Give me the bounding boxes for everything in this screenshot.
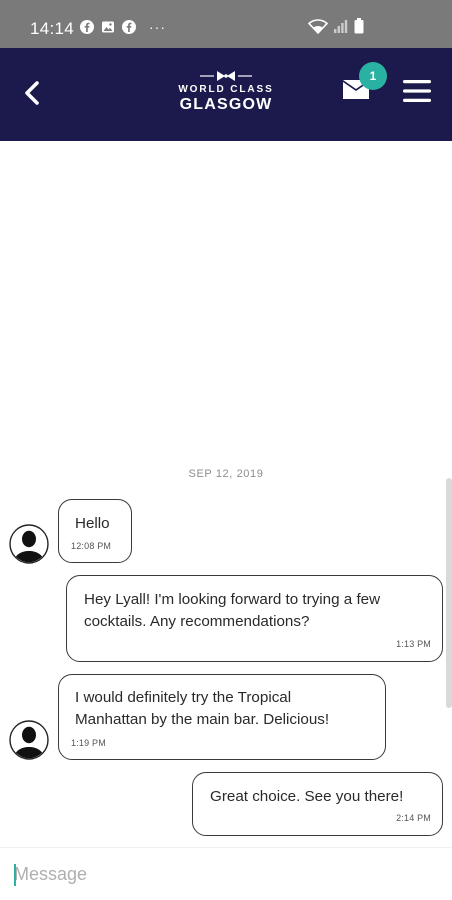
message-text: Hello <box>75 515 110 532</box>
message-time: 2:14 PM <box>396 813 431 823</box>
app-header: WORLD CLASS GLASGOW <box>0 48 452 141</box>
message-text: Great choice. See you there! <box>210 788 404 805</box>
avatar[interactable] <box>9 720 49 760</box>
message-time: 1:19 PM <box>71 738 106 748</box>
message-text-line: I would definitely try the Tropical <box>75 689 292 706</box>
text-cursor <box>14 864 16 886</box>
facebook-icon <box>80 20 94 34</box>
wifi-icon <box>308 19 328 34</box>
date-separator: SEP 12, 2019 <box>188 468 264 480</box>
message-time: 12:08 PM <box>71 541 112 551</box>
more-notifications-icon: ··· <box>149 19 166 35</box>
logo-line1: WORLD CLASS <box>178 84 274 95</box>
status-bar: 14:14 ··· <box>0 0 452 48</box>
messages-button[interactable] <box>340 30 374 60</box>
scrollbar[interactable] <box>446 478 452 708</box>
avatar[interactable] <box>9 524 49 564</box>
message-bubble-incoming[interactable]: Hello 12:08 PM <box>58 499 132 563</box>
message-bubble-outgoing[interactable]: Hey Lyall! I'm looking forward to trying… <box>66 575 443 662</box>
message-bubble-outgoing[interactable]: Great choice. See you there! 2:14 PM <box>192 772 443 836</box>
message-composer <box>0 847 452 900</box>
app-logo: WORLD CLASS GLASGOW <box>162 64 290 128</box>
unread-badge: 1 <box>359 62 387 90</box>
message-bubble-incoming[interactable]: I would definitely try the Tropical Manh… <box>58 674 386 760</box>
notification-icons: ··· <box>80 20 166 34</box>
facebook-icon <box>122 20 136 34</box>
chevron-left-icon <box>25 81 39 105</box>
message-input[interactable] <box>14 859 434 889</box>
hamburger-menu-icon <box>403 80 431 102</box>
message-text-line: Manhattan by the main bar. Delicious! <box>75 711 330 728</box>
status-time: 14:14 <box>30 19 75 38</box>
menu-button[interactable] <box>402 76 432 106</box>
bowtie-icon <box>200 71 252 81</box>
logo-line2: GLASGOW <box>179 96 273 113</box>
gallery-icon <box>102 21 114 33</box>
message-text-line: Hey Lyall! I'm looking forward to trying… <box>84 591 381 608</box>
back-button[interactable] <box>14 74 50 112</box>
envelope-icon <box>340 30 374 60</box>
message-time: 1:13 PM <box>396 639 431 649</box>
message-text-line: cocktails. Any recommendations? <box>84 613 310 630</box>
